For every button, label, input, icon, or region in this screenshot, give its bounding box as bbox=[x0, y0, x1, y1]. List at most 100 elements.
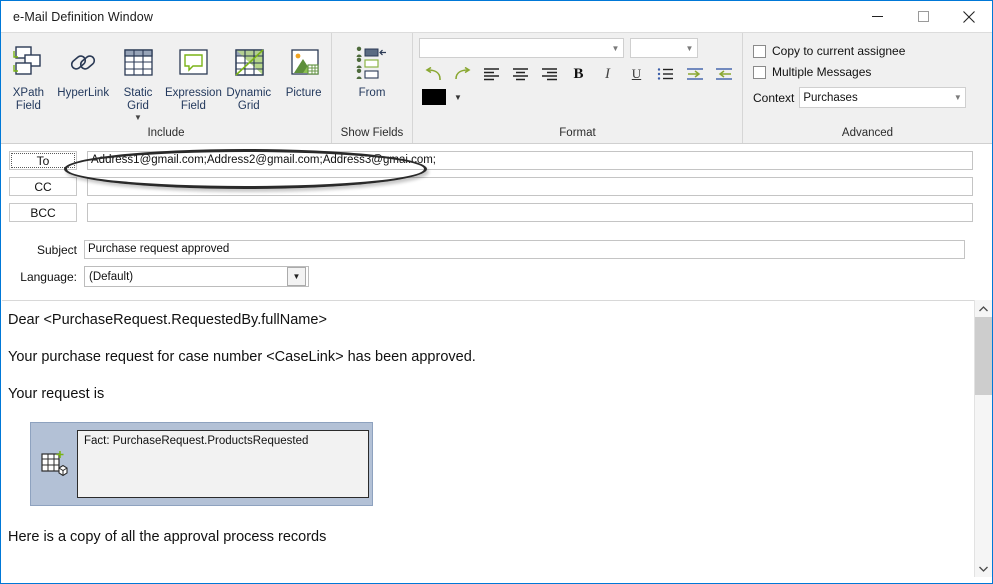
align-center-button[interactable] bbox=[506, 61, 535, 87]
dynamic-grid-icon bbox=[229, 41, 269, 85]
message-body-area: Dear <PurchaseRequest.RequestedBy.fullNa… bbox=[1, 300, 992, 577]
bold-icon: B bbox=[573, 65, 584, 82]
ribbon-group-include: XPath Field HyperLink Static Grid ▼ Expr… bbox=[1, 33, 331, 143]
align-left-button[interactable] bbox=[477, 61, 506, 87]
static-grid-chevron-down-icon[interactable]: ▼ bbox=[134, 114, 142, 122]
context-value: Purchases bbox=[803, 91, 858, 104]
dynamic-grid-widget[interactable]: Fact: PurchaseRequest.ProductsRequested bbox=[30, 422, 373, 506]
ribbon-group-format-title: Format bbox=[559, 127, 596, 139]
from-label: From bbox=[358, 87, 386, 99]
redo-button[interactable] bbox=[448, 61, 477, 87]
language-value: (Default) bbox=[89, 270, 134, 283]
italic-button[interactable]: I bbox=[593, 61, 622, 87]
body-paragraph-request: Your request is bbox=[8, 386, 105, 402]
copy-to-assignee-row[interactable]: Copy to current assignee bbox=[753, 41, 905, 61]
picture-icon bbox=[284, 41, 324, 85]
ribbon-group-advanced-title: Advanced bbox=[841, 127, 894, 139]
context-row: Context Purchases ▼ bbox=[753, 87, 967, 108]
close-button[interactable] bbox=[946, 1, 992, 32]
recipient-fields: To Address1@gmail.com;Address2@gmail.com… bbox=[1, 144, 992, 287]
font-size-chevron-down-icon[interactable]: ▼ bbox=[682, 44, 697, 53]
font-size-combo[interactable]: ▼ bbox=[630, 38, 698, 58]
xpath-field-button[interactable]: XPath Field bbox=[1, 37, 56, 113]
grid-fact-icon bbox=[33, 449, 77, 479]
subject-field-row: Subject Purchase request approved bbox=[1, 240, 992, 259]
multiple-messages-row[interactable]: Multiple Messages bbox=[753, 62, 871, 82]
expression-field-button[interactable]: Expression Field bbox=[164, 37, 222, 113]
hyperlink-button[interactable]: HyperLink bbox=[56, 37, 111, 100]
ribbon-group-advanced: Copy to current assignee Multiple Messag… bbox=[742, 33, 992, 143]
text-color-chevron-down-icon[interactable]: ▼ bbox=[454, 93, 462, 102]
ribbon-group-show-fields-body: From bbox=[332, 33, 412, 125]
message-body-editor[interactable]: Dear <PurchaseRequest.RequestedBy.fullNa… bbox=[2, 300, 975, 577]
expression-field-icon bbox=[173, 41, 213, 85]
static-grid-label: Static Grid bbox=[123, 87, 153, 112]
grid-fact-text: Fact: PurchaseRequest.ProductsRequested bbox=[77, 430, 369, 498]
context-combo[interactable]: Purchases ▼ bbox=[799, 87, 967, 108]
decrease-indent-button[interactable] bbox=[709, 61, 738, 87]
language-combo[interactable]: (Default) ▼ bbox=[84, 266, 309, 287]
ribbon-group-advanced-body: Copy to current assignee Multiple Messag… bbox=[743, 33, 992, 125]
bcc-input[interactable] bbox=[87, 203, 973, 222]
bullet-list-button[interactable] bbox=[651, 61, 680, 87]
maximize-button[interactable] bbox=[900, 1, 946, 32]
copy-to-assignee-label: Copy to current assignee bbox=[772, 44, 906, 58]
align-right-button[interactable] bbox=[535, 61, 564, 87]
xpath-field-icon bbox=[8, 41, 48, 85]
from-icon bbox=[351, 41, 393, 85]
body-paragraph-closing: Here is a copy of all the approval proce… bbox=[8, 529, 327, 545]
subject-input[interactable]: Purchase request approved bbox=[84, 240, 965, 259]
subject-label: Subject bbox=[36, 242, 77, 257]
multiple-messages-checkbox[interactable] bbox=[753, 65, 766, 79]
scroll-down-button[interactable] bbox=[975, 560, 992, 577]
static-grid-button[interactable]: Static Grid ▼ bbox=[111, 37, 166, 122]
window-controls bbox=[854, 1, 992, 32]
static-grid-icon bbox=[118, 41, 158, 85]
italic-icon: I bbox=[605, 65, 610, 82]
dynamic-grid-button[interactable]: Dynamic Grid bbox=[221, 37, 276, 113]
language-chevron-down-icon[interactable]: ▼ bbox=[287, 267, 306, 286]
underline-icon: U bbox=[631, 66, 642, 81]
to-button[interactable]: To bbox=[9, 151, 77, 170]
font-name-combo[interactable]: ▼ bbox=[419, 38, 624, 58]
ribbon-group-show-fields-title: Show Fields bbox=[340, 127, 404, 139]
scrollbar-thumb[interactable] bbox=[975, 317, 992, 395]
color-picker-row: ▼ bbox=[419, 87, 462, 105]
picture-label: Picture bbox=[285, 87, 322, 99]
body-paragraph-approval: Your purchase request for case number <C… bbox=[8, 349, 476, 365]
underline-button[interactable]: U bbox=[622, 61, 651, 87]
copy-to-assignee-checkbox[interactable] bbox=[753, 44, 766, 58]
ribbon-group-format: ▼ ▼ B I U ▼ Format bbox=[412, 33, 742, 143]
cc-button[interactable]: CC bbox=[9, 177, 77, 196]
from-button[interactable]: From bbox=[337, 37, 407, 100]
bcc-field-row: BCC bbox=[1, 203, 992, 222]
ribbon-group-show-fields: From Show Fields bbox=[331, 33, 412, 143]
ribbon-toolbar: XPath Field HyperLink Static Grid ▼ Expr… bbox=[1, 32, 992, 144]
ribbon-group-include-body: XPath Field HyperLink Static Grid ▼ Expr… bbox=[1, 33, 331, 125]
window-title: e-Mail Definition Window bbox=[13, 9, 153, 24]
font-name-chevron-down-icon[interactable]: ▼ bbox=[608, 44, 623, 53]
body-paragraph-greeting: Dear <PurchaseRequest.RequestedBy.fullNa… bbox=[8, 312, 327, 328]
context-chevron-down-icon[interactable]: ▼ bbox=[950, 93, 965, 102]
xpath-field-label: XPath Field bbox=[12, 87, 45, 112]
bcc-button[interactable]: BCC bbox=[9, 203, 77, 222]
expression-field-label: Expression Field bbox=[164, 87, 222, 112]
picture-button[interactable]: Picture bbox=[276, 37, 331, 100]
cc-field-row: CC bbox=[1, 177, 992, 196]
to-field-row: To Address1@gmail.com;Address2@gmail.com… bbox=[1, 151, 992, 170]
body-vertical-scrollbar[interactable] bbox=[974, 300, 992, 577]
cc-input[interactable] bbox=[87, 177, 973, 196]
dynamic-grid-label: Dynamic Grid bbox=[226, 87, 272, 112]
bold-button[interactable]: B bbox=[564, 61, 593, 87]
to-input[interactable]: Address1@gmail.com;Address2@gmail.com;Ad… bbox=[87, 151, 973, 170]
title-bar: e-Mail Definition Window bbox=[1, 1, 992, 32]
language-label: Language: bbox=[20, 269, 77, 284]
minimize-button[interactable] bbox=[854, 1, 900, 32]
increase-indent-button[interactable] bbox=[680, 61, 709, 87]
text-color-swatch[interactable] bbox=[422, 89, 446, 105]
language-field-row: Language: (Default) ▼ bbox=[1, 266, 992, 287]
undo-button[interactable] bbox=[419, 61, 448, 87]
ribbon-group-format-body: ▼ ▼ B I U ▼ bbox=[413, 33, 742, 125]
context-label: Context bbox=[753, 90, 795, 105]
scroll-up-button[interactable] bbox=[975, 300, 992, 317]
